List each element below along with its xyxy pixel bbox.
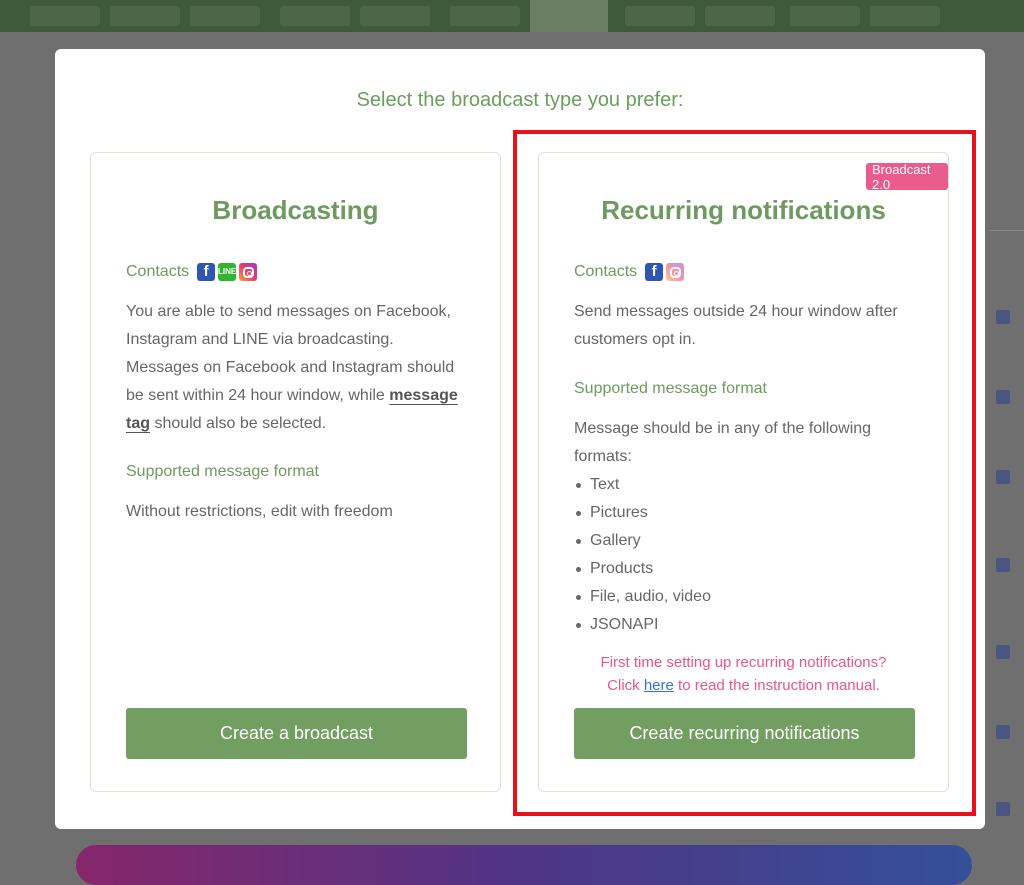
- background-nav-tab: [450, 6, 520, 26]
- instagram-icon: [666, 263, 685, 281]
- background-nav-tab-active: [530, 0, 608, 32]
- list-item: JSONAPI: [574, 611, 919, 639]
- format-label: Supported message format: [574, 380, 767, 397]
- background-row-icon: [996, 802, 1010, 816]
- instagram-icon: [239, 263, 258, 281]
- list-item: Pictures: [574, 499, 919, 527]
- card-description: You are able to send messages on Faceboo…: [126, 298, 471, 438]
- contacts-label: Contacts: [126, 263, 190, 280]
- note-prefix: Click: [607, 677, 644, 694]
- background-row-icon: [996, 725, 1010, 739]
- background-nav-tab: [870, 6, 940, 26]
- background-bottom-banner: [76, 845, 972, 885]
- recurring-notifications-card[interactable]: Broadcast 2.0 Recurring notifications Co…: [538, 152, 949, 792]
- note-line: First time setting up recurring notifica…: [600, 654, 887, 671]
- broadcast-type-modal: Select the broadcast type you prefer: Br…: [55, 49, 985, 829]
- background-divider: [990, 230, 1024, 231]
- background-nav-tab: [705, 6, 775, 26]
- line-icon: LINE: [218, 263, 236, 281]
- description-text: should also be selected.: [150, 415, 327, 432]
- contacts-row: Contacts f: [574, 261, 687, 283]
- broadcast-version-badge: Broadcast 2.0: [866, 162, 948, 192]
- create-broadcast-button[interactable]: Create a broadcast: [126, 708, 467, 759]
- background-row-icon: [996, 558, 1010, 572]
- format-text: Without restrictions, edit with freedom: [126, 503, 393, 520]
- create-recurring-notifications-button[interactable]: Create recurring notifications: [574, 708, 915, 759]
- contacts-label: Contacts: [574, 263, 638, 280]
- background-top-nav: [0, 0, 1024, 32]
- background-row-icon: [996, 645, 1010, 659]
- format-list-block: Message should be in any of the followin…: [574, 415, 919, 639]
- modal-title: Select the broadcast type you prefer:: [356, 89, 684, 111]
- background-nav-tab: [625, 6, 695, 26]
- instruction-note: First time setting up recurring notifica…: [539, 651, 948, 697]
- broadcasting-card[interactable]: Broadcasting Contacts f LINE You are abl…: [90, 152, 501, 792]
- background-row-icon: [996, 470, 1010, 484]
- background-nav-tab: [280, 6, 350, 26]
- background-row-icon: [996, 390, 1010, 404]
- card-description: Send messages outside 24 hour window aft…: [574, 303, 898, 348]
- facebook-icon: f: [197, 263, 216, 281]
- note-suffix: to read the instruction manual.: [673, 677, 880, 694]
- background-nav-tab: [790, 6, 860, 26]
- note-line: Click here to read the instruction manua…: [539, 674, 948, 697]
- background-nav-tab: [190, 6, 260, 26]
- background-nav-tab: [360, 6, 430, 26]
- background-nav-tab: [110, 6, 180, 26]
- instruction-manual-link[interactable]: here: [644, 677, 674, 694]
- card-title: Broadcasting: [212, 195, 379, 225]
- list-item: Products: [574, 555, 919, 583]
- facebook-icon: f: [645, 263, 664, 281]
- list-item: Gallery: [574, 527, 919, 555]
- card-title: Recurring notifications: [601, 195, 886, 225]
- format-intro: Message should be in any of the followin…: [574, 420, 872, 465]
- list-item: File, audio, video: [574, 583, 919, 611]
- format-label: Supported message format: [126, 463, 319, 480]
- list-item: Text: [574, 471, 919, 499]
- format-list: Text Pictures Gallery Products File, aud…: [574, 471, 919, 639]
- background-nav-tab: [30, 6, 100, 26]
- background-row-icon: [996, 310, 1010, 324]
- contacts-row: Contacts f LINE: [126, 261, 260, 283]
